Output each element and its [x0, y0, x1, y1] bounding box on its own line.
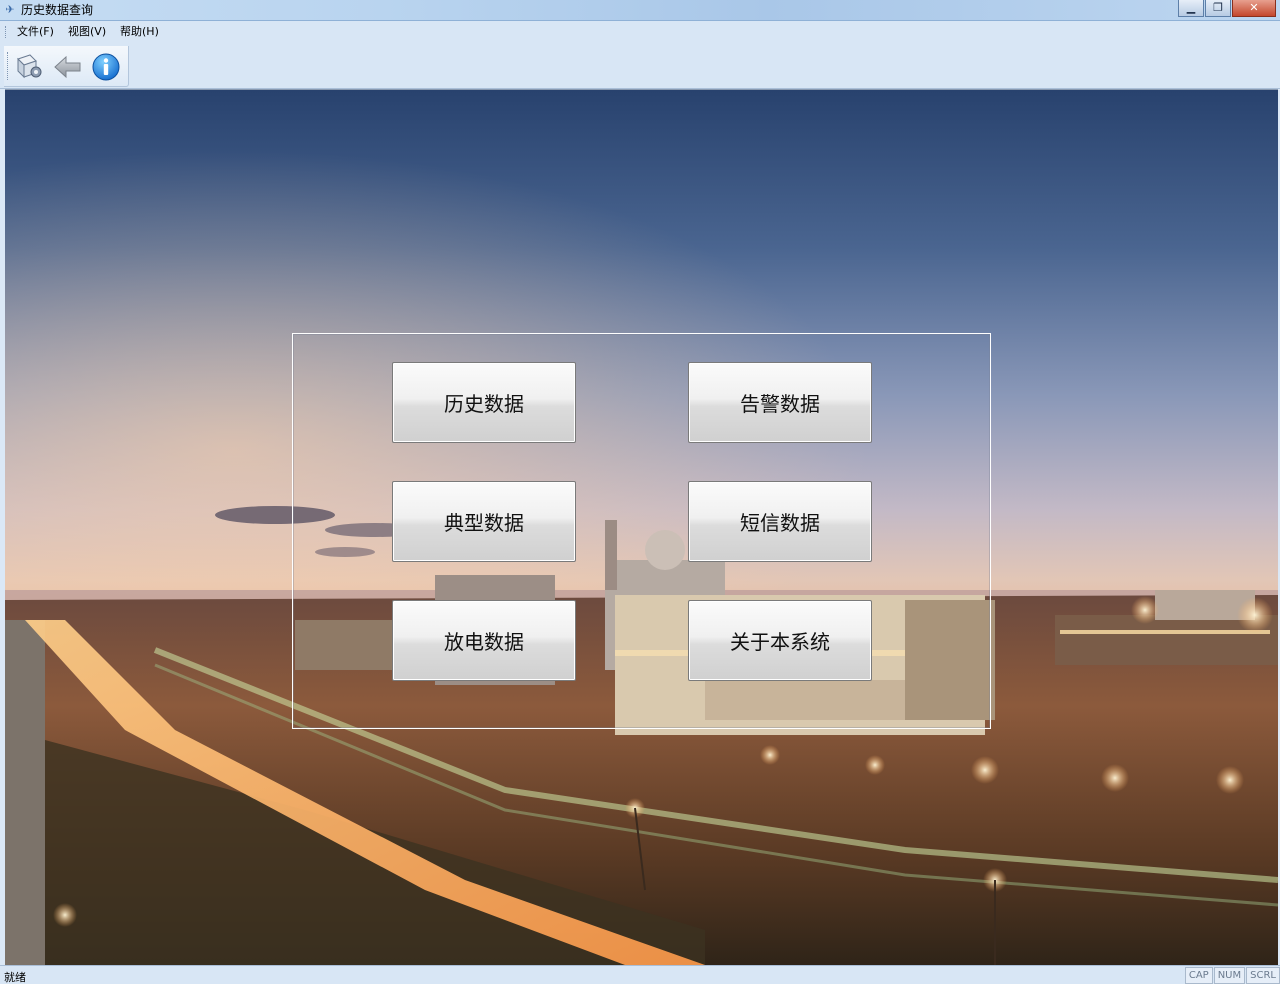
- scroll-lock-indicator: SCRL: [1246, 967, 1280, 984]
- app-window: ✈ 历史数据查询 ▁ ❐ ✕ 文件(F) 视图(V) 帮助(H) 历史数据 告警…: [0, 0, 1280, 984]
- minimize-button[interactable]: ▁: [1178, 0, 1204, 17]
- toolbar-area: [0, 43, 1280, 89]
- about-system-button[interactable]: 关于本系统: [688, 600, 872, 681]
- history-data-button[interactable]: 历史数据: [392, 362, 576, 443]
- num-lock-indicator: NUM: [1213, 967, 1246, 984]
- restore-button[interactable]: ❐: [1205, 0, 1231, 17]
- menu-grip[interactable]: [5, 26, 8, 38]
- alarm-data-button[interactable]: 告警数据: [688, 362, 872, 443]
- menu-help[interactable]: 帮助(H): [120, 25, 159, 39]
- menu-bar: 文件(F) 视图(V) 帮助(H): [0, 21, 1280, 43]
- typical-data-button[interactable]: 典型数据: [392, 481, 576, 562]
- menu-file[interactable]: 文件(F): [17, 25, 54, 39]
- status-text: 就绪: [4, 971, 26, 984]
- status-indicators: CAP NUM SCRL: [1184, 967, 1280, 984]
- title-bar[interactable]: ✈ 历史数据查询 ▁ ❐ ✕: [0, 0, 1280, 21]
- app-icon[interactable]: ✈: [3, 3, 17, 17]
- about-button[interactable]: [90, 52, 122, 82]
- window-title: 历史数据查询: [21, 3, 94, 17]
- close-button[interactable]: ✕: [1232, 0, 1276, 17]
- caps-lock-indicator: CAP: [1184, 967, 1213, 984]
- document-gear-icon: [17, 54, 42, 79]
- status-bar: 就绪 CAP NUM SCRL: [0, 965, 1280, 984]
- discharge-data-button[interactable]: 放电数据: [392, 600, 576, 681]
- back-button[interactable]: [52, 52, 84, 82]
- toolbar: [4, 46, 129, 87]
- window-controls: ▁ ❐ ✕: [1177, 0, 1276, 19]
- info-icon: [92, 53, 120, 81]
- sms-data-button[interactable]: 短信数据: [688, 481, 872, 562]
- menu-view[interactable]: 视图(V): [68, 25, 106, 39]
- main-view: 历史数据 告警数据 典型数据 短信数据 放电数据 关于本系统: [5, 89, 1278, 965]
- toolbar-grip[interactable]: [7, 52, 10, 80]
- back-arrow-icon: [54, 55, 81, 79]
- function-panel: 历史数据 告警数据 典型数据 短信数据 放电数据 关于本系统: [292, 333, 991, 729]
- document-gear-button[interactable]: [13, 52, 45, 82]
